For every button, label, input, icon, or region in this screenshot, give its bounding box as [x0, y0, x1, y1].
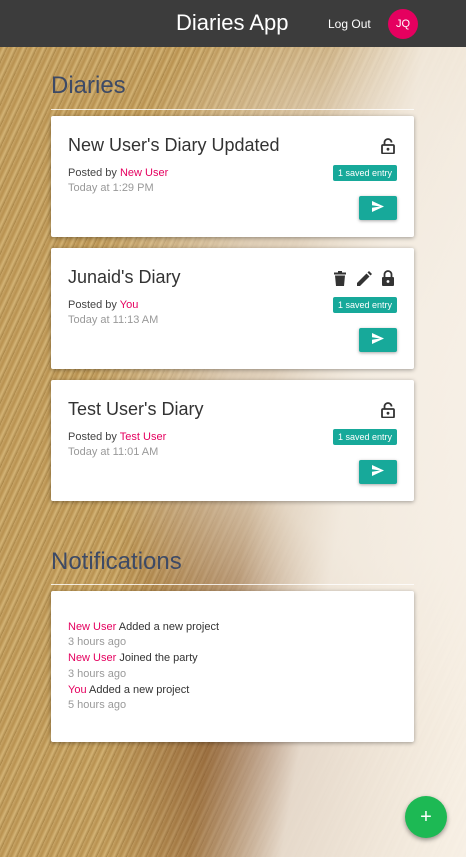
open-diary-button[interactable]: [359, 196, 397, 220]
diary-title[interactable]: Test User's Diary: [68, 399, 203, 420]
lock-open-icon[interactable]: [380, 137, 396, 155]
add-diary-button[interactable]: +: [405, 796, 447, 838]
trash-icon[interactable]: [332, 269, 348, 287]
send-icon: [372, 463, 384, 481]
avatar[interactable]: JQ: [388, 9, 418, 39]
diary-title[interactable]: Junaid's Diary: [68, 267, 180, 288]
author-link[interactable]: Test User: [120, 431, 166, 443]
pencil-icon[interactable]: [356, 269, 372, 287]
notification-actor[interactable]: New User: [68, 652, 116, 664]
author-link[interactable]: New User: [120, 167, 168, 179]
posted-by: Posted by You: [68, 299, 138, 311]
lock-open-icon[interactable]: [380, 401, 396, 419]
posted-by-label: Posted by: [68, 299, 120, 311]
diaries-heading: Diaries: [51, 72, 126, 99]
notification-actor[interactable]: New User: [68, 621, 116, 633]
saved-entry-badge: 1 saved entry: [332, 429, 397, 445]
plus-icon: +: [420, 805, 432, 828]
app-bar: Diaries App Log Out JQ: [0, 0, 466, 47]
notification-item: New User Added a new project: [68, 621, 219, 633]
notifications-heading: Notifications: [51, 548, 182, 575]
send-icon: [372, 331, 384, 349]
open-diary-button[interactable]: [359, 328, 397, 352]
lock-icon[interactable]: [380, 269, 396, 287]
diary-actions: [380, 401, 396, 419]
diary-actions: [380, 137, 396, 155]
notifications-divider: [51, 584, 414, 585]
notification-text: Added a new project: [116, 621, 220, 633]
notification-item: New User Joined the party: [68, 652, 198, 664]
notification-text: Joined the party: [116, 652, 198, 664]
saved-entry-badge: 1 saved entry: [332, 297, 397, 313]
diaries-divider: [51, 109, 414, 110]
posted-by-label: Posted by: [68, 167, 120, 179]
author-link[interactable]: You: [120, 299, 139, 311]
post-time: Today at 11:01 AM: [68, 446, 159, 458]
app-title: Diaries App: [176, 10, 289, 35]
post-time: Today at 11:13 AM: [68, 314, 159, 326]
notification-text: Added a new project: [86, 684, 190, 696]
posted-by: Posted by New User: [68, 167, 168, 179]
diary-title[interactable]: New User's Diary Updated: [68, 135, 280, 156]
diary-card[interactable]: New User's Diary Updated Posted by New U…: [51, 116, 414, 237]
saved-entry-badge: 1 saved entry: [332, 165, 397, 181]
diary-card[interactable]: Test User's Diary Posted by Test User To…: [51, 380, 414, 501]
notification-time: 3 hours ago: [68, 668, 127, 680]
send-icon: [372, 199, 384, 217]
notification-time: 5 hours ago: [68, 699, 127, 711]
notification-item: You Added a new project: [68, 684, 189, 696]
diary-actions: [332, 269, 396, 287]
posted-by-label: Posted by: [68, 431, 120, 443]
notifications-card: New User Added a new project 3 hours ago…: [51, 591, 414, 742]
posted-by: Posted by Test User: [68, 431, 166, 443]
logout-button[interactable]: Log Out: [328, 17, 371, 31]
notification-actor[interactable]: You: [68, 684, 87, 696]
diary-card[interactable]: Junaid's Diary Posted by You Today at 11…: [51, 248, 414, 369]
post-time: Today at 1:29 PM: [68, 182, 154, 194]
notification-time: 3 hours ago: [68, 636, 127, 648]
open-diary-button[interactable]: [359, 460, 397, 484]
